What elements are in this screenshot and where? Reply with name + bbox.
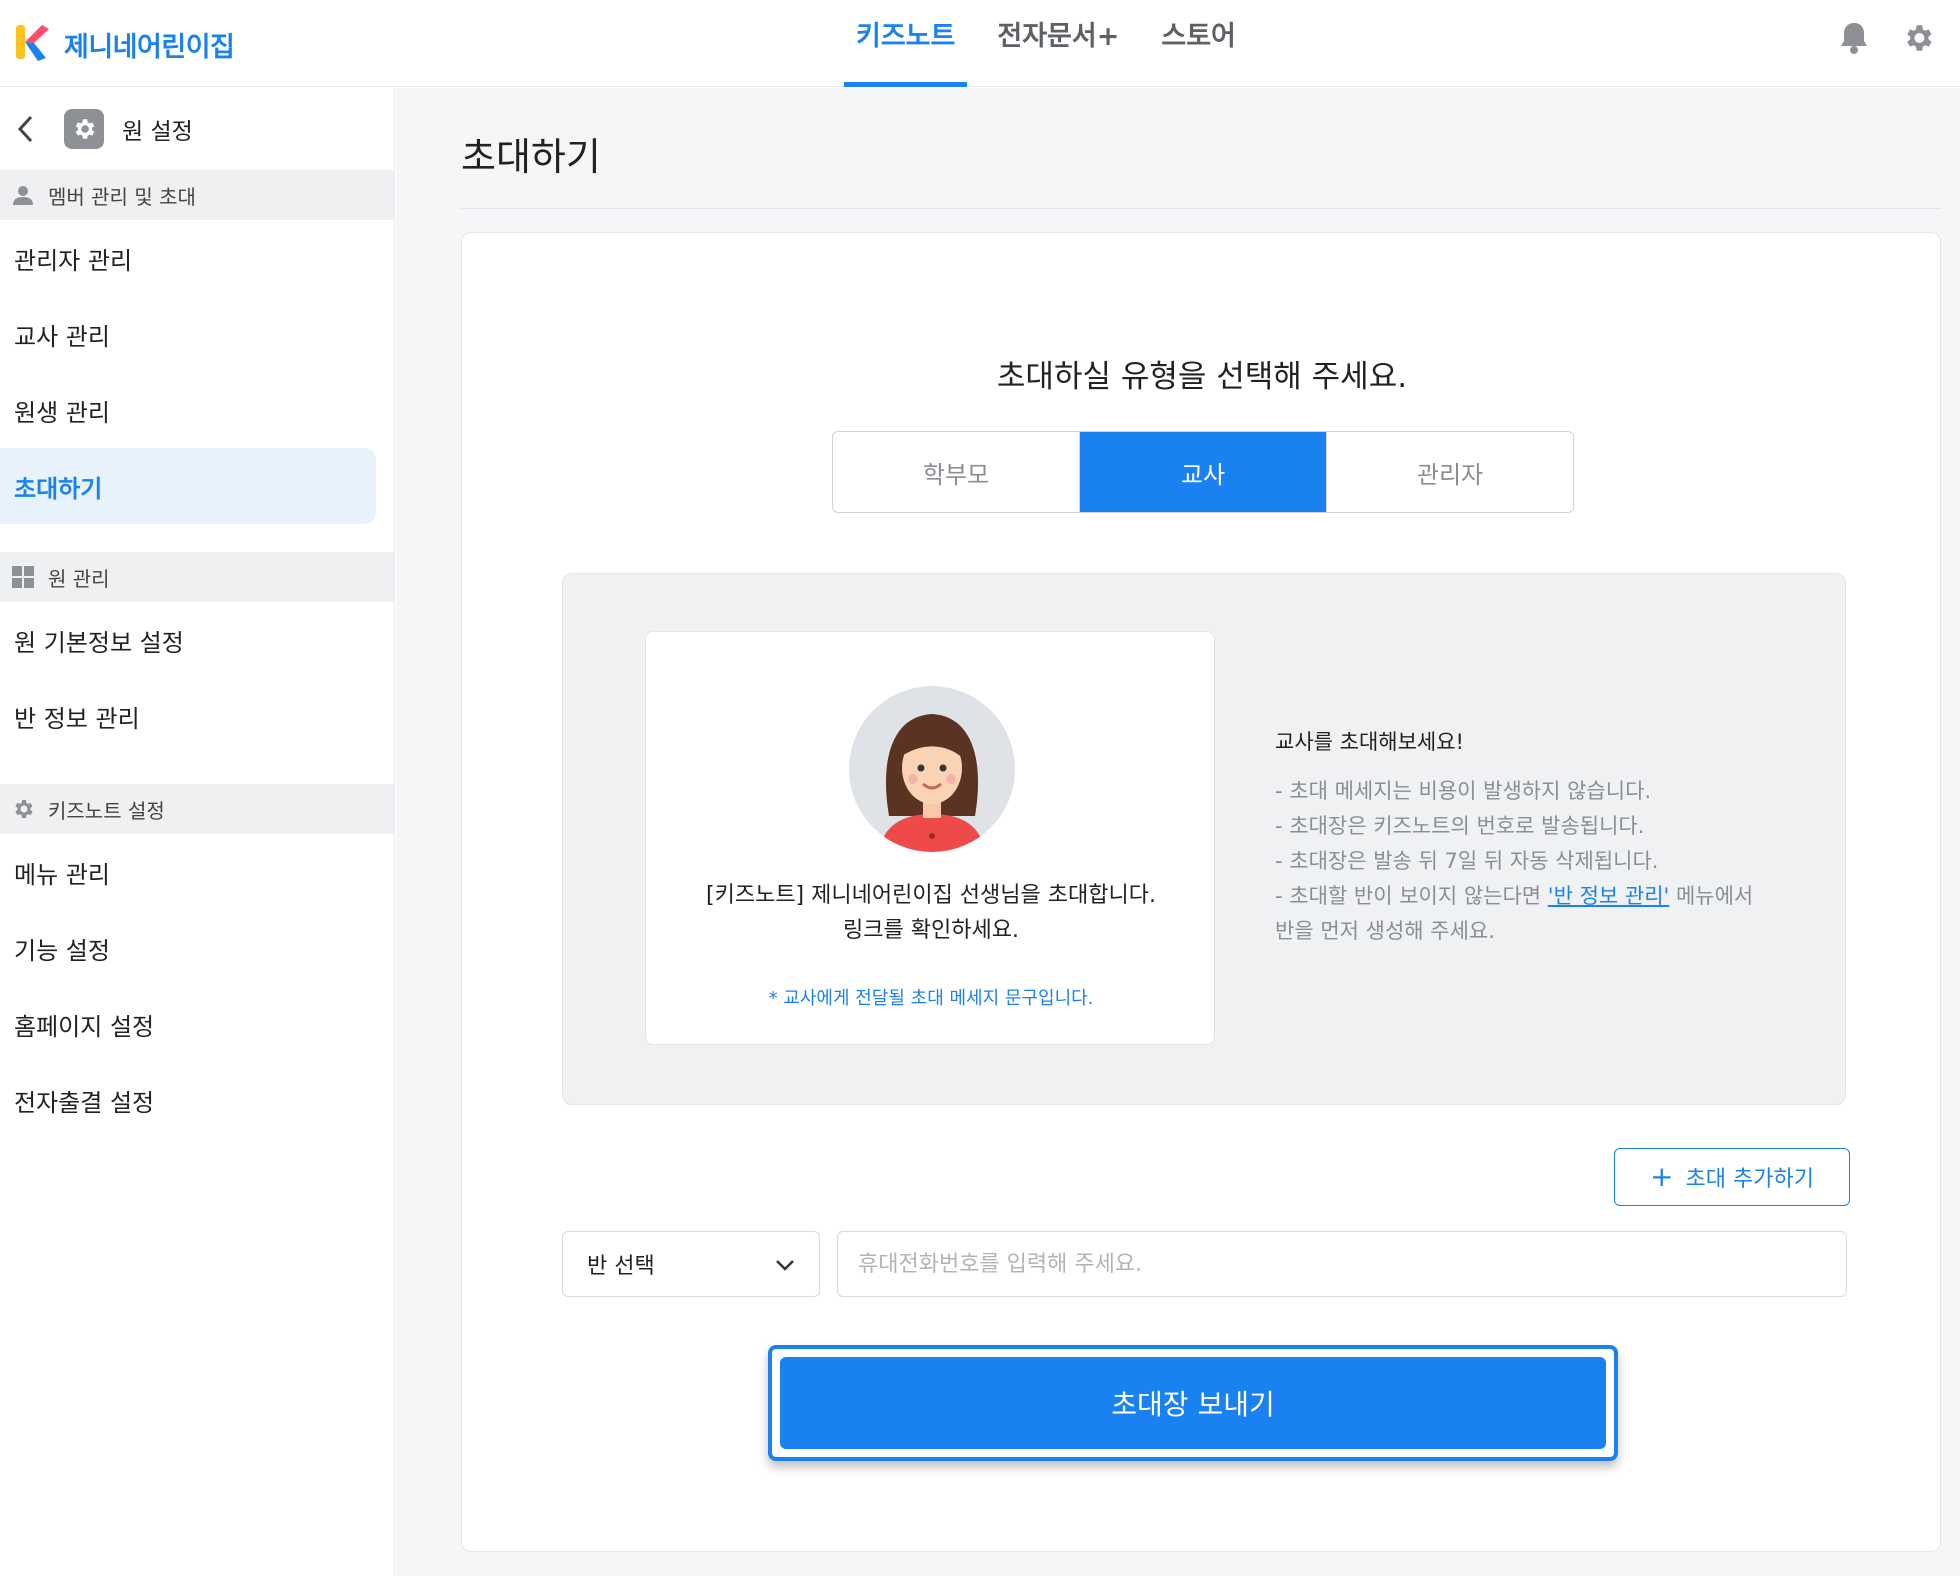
grid-icon: [10, 564, 36, 590]
sidebar-item-student[interactable]: 원생 관리: [0, 372, 394, 448]
invite-info: 교사를 초대해보세요! - 초대 메세지는 비용이 발생하지 않습니다. - 초…: [1275, 726, 1775, 949]
type-admin-button[interactable]: 관리자: [1327, 432, 1573, 512]
type-teacher-button[interactable]: 교사: [1080, 432, 1327, 512]
teacher-avatar: [849, 686, 1015, 852]
sidebar-item-homepage[interactable]: 홈페이지 설정: [0, 986, 394, 1062]
gear-icon: [64, 109, 104, 149]
main-content: 초대하기 초대하실 유형을 선택해 주세요. 학부모 교사 관리자 [키즈노트]…: [396, 88, 1960, 1576]
tab-edocument[interactable]: 전자문서+: [985, 0, 1131, 87]
title-divider: [461, 208, 1941, 209]
message-line-2: 링크를 확인하세요.: [843, 918, 1019, 943]
sidebar-item-basic-info[interactable]: 원 기본정보 설정: [0, 602, 394, 678]
class-select[interactable]: 반 선택: [562, 1231, 820, 1297]
section-member: 멤버 관리 및 초대: [0, 170, 394, 220]
top-nav: 키즈노트 전자문서+ 스토어: [844, 0, 1266, 87]
sidebar-item-menu[interactable]: 메뉴 관리: [0, 834, 394, 910]
class-info-link[interactable]: '반 정보 관리': [1548, 884, 1670, 908]
brand[interactable]: 제니네어린이집: [14, 16, 235, 72]
sidebar-item-features[interactable]: 기능 설정: [0, 910, 394, 986]
info-line: - 초대 메세지는 비용이 발생하지 않습니다.: [1275, 779, 1652, 803]
invite-type-selector: 학부모 교사 관리자: [832, 431, 1574, 513]
tab-kidsnote[interactable]: 키즈노트: [844, 0, 968, 87]
gear-icon: [10, 796, 36, 822]
top-icons: [1832, 16, 1960, 60]
sidebar-item-attendance[interactable]: 전자출결 설정: [0, 1062, 394, 1138]
message-line-1: [키즈노트] 제니네어린이집 선생님을 초대합니다.: [706, 883, 1156, 908]
section-title: 멤버 관리 및 초대: [48, 184, 196, 209]
send-button-focus-ring: 초대장 보내기: [768, 1345, 1618, 1461]
plus-icon: +: [1650, 1160, 1674, 1193]
section-title: 원 관리: [48, 566, 110, 591]
person-icon: [10, 182, 36, 208]
section-center: 원 관리: [0, 552, 394, 602]
info-line-last: - 초대할 반이 보이지 않는다면 '반 정보 관리' 메뉴에서 반을 먼저 생…: [1275, 879, 1765, 949]
info-text: - 초대할 반이 보이지 않는다면: [1275, 884, 1548, 908]
type-parent-button[interactable]: 학부모: [833, 432, 1080, 512]
info-line: - 초대장은 키즈노트의 번호로 발송됩니다.: [1275, 814, 1645, 838]
chevron-down-icon: [776, 1260, 794, 1271]
back-arrow-icon[interactable]: [10, 109, 40, 149]
section-title: 키즈노트 설정: [48, 798, 165, 823]
sidebar-title: 원 설정: [122, 119, 193, 145]
settings-gear-icon[interactable]: [1896, 16, 1940, 60]
type-prompt: 초대하실 유형을 선택해 주세요.: [996, 359, 1408, 395]
class-select-value: 반 선택: [587, 1254, 655, 1279]
phone-input[interactable]: [837, 1231, 1847, 1297]
sidebar-item-teacher[interactable]: 교사 관리: [0, 296, 394, 372]
info-line: - 초대장은 발송 뒤 7일 뒤 자동 삭제됩니다.: [1275, 849, 1659, 873]
invite-message: [키즈노트] 제니네어린이집 선생님을 초대합니다. 링크를 확인하세요.: [646, 878, 1216, 948]
sidebar: 원 설정 멤버 관리 및 초대 관리자 관리 교사 관리 원생 관리 초대하기 …: [0, 88, 395, 1576]
add-invite-label: 초대 추가하기: [1685, 1167, 1814, 1192]
page-title: 초대하기: [461, 135, 601, 179]
send-invite-button[interactable]: 초대장 보내기: [780, 1357, 1606, 1449]
bell-icon[interactable]: [1832, 16, 1876, 60]
message-note: * 교사에게 전달될 초대 메세지 문구입니다.: [768, 988, 1094, 1009]
sidebar-item-admin[interactable]: 관리자 관리: [0, 220, 394, 296]
sidebar-item-invite[interactable]: 초대하기: [0, 448, 376, 524]
tab-store[interactable]: 스토어: [1149, 0, 1248, 87]
section-kidsnote: 키즈노트 설정: [0, 784, 394, 834]
invite-card: 초대하실 유형을 선택해 주세요. 학부모 교사 관리자 [키즈노트] 제니네어…: [461, 232, 1941, 1552]
sidebar-header: 원 설정: [0, 88, 394, 170]
add-invite-button[interactable]: + 초대 추가하기: [1614, 1148, 1850, 1206]
sidebar-item-class-info[interactable]: 반 정보 관리: [0, 678, 394, 754]
info-title: 교사를 초대해보세요!: [1275, 730, 1464, 754]
message-card: [키즈노트] 제니네어린이집 선생님을 초대합니다. 링크를 확인하세요. * …: [645, 631, 1215, 1045]
invite-preview: [키즈노트] 제니네어린이집 선생님을 초대합니다. 링크를 확인하세요. * …: [562, 573, 1846, 1105]
brand-name: 제니네어린이집: [64, 31, 235, 63]
top-bar: 제니네어린이집 키즈노트 전자문서+ 스토어: [0, 0, 1960, 87]
kidsnote-logo-icon: [14, 21, 50, 67]
